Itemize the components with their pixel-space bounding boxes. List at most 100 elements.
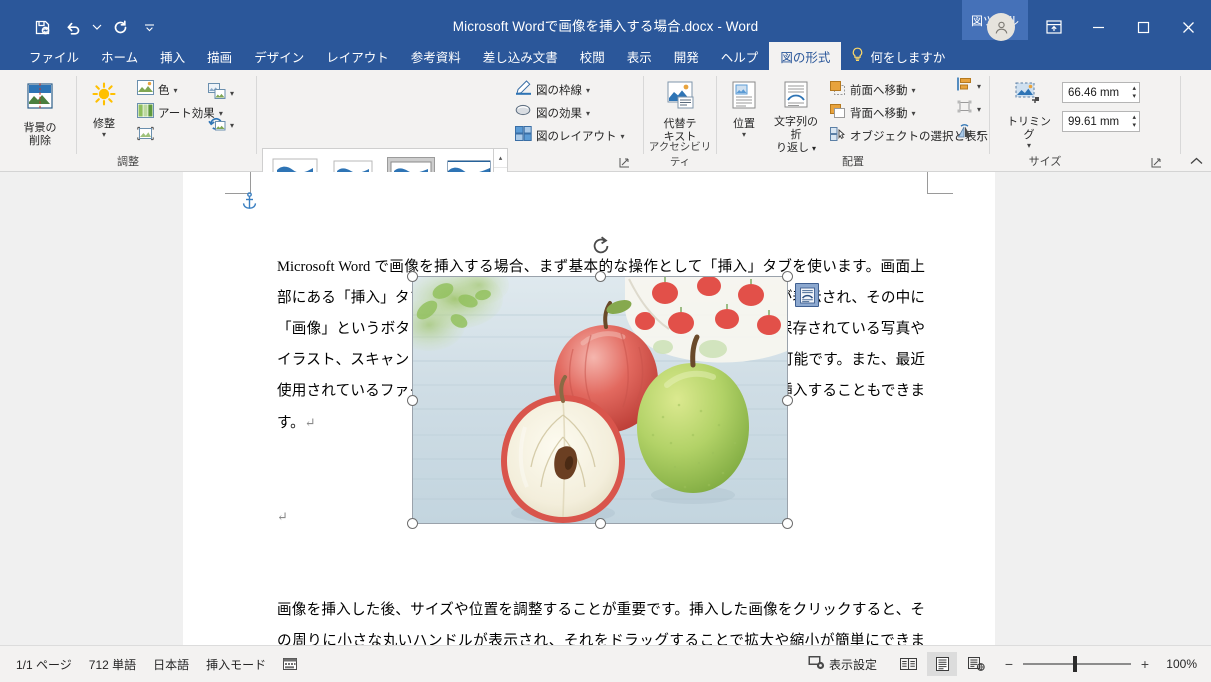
layout-options-icon[interactable] — [795, 283, 819, 307]
zoom-slider[interactable] — [1023, 656, 1131, 672]
tell-me-search[interactable]: 何をしますか — [841, 42, 955, 70]
transparency-icon — [137, 126, 154, 146]
tab-design[interactable]: デザイン — [243, 42, 315, 70]
undo-dropdown-icon[interactable] — [90, 13, 103, 41]
picture-border-icon — [515, 80, 532, 100]
group-objects-dropdown-icon[interactable]: ▾ — [977, 105, 981, 114]
redo-icon[interactable] — [106, 13, 134, 41]
zoom-slider-thumb[interactable] — [1073, 656, 1077, 672]
status-insert-mode[interactable]: 挿入モード — [206, 656, 266, 673]
view-web-layout-button[interactable] — [961, 652, 991, 676]
display-settings-button[interactable]: 表示設定 — [808, 655, 877, 673]
minimize-button[interactable] — [1076, 8, 1121, 46]
inserted-picture[interactable] — [407, 236, 819, 529]
rotate-objects-button[interactable]: ▾ — [954, 123, 984, 143]
resize-handle-top-right[interactable] — [782, 271, 793, 282]
picture-effects-button[interactable]: 図の効果 ▾ — [512, 103, 593, 123]
picture-layout-button[interactable]: 図のレイアウト ▾ — [512, 126, 628, 146]
align-objects-dropdown-icon[interactable]: ▾ — [977, 82, 981, 91]
send-backward-icon — [830, 103, 846, 123]
color-button[interactable]: 色 ▾ — [134, 80, 181, 100]
size-dialog-launcher[interactable] — [1150, 157, 1163, 170]
picture-styles-dialog-launcher[interactable] — [618, 157, 631, 170]
wrap-text-button[interactable]: 文字列の折 り返し ▾ — [768, 78, 824, 155]
shape-height-stepper[interactable]: ▴ ▾ — [1132, 85, 1136, 101]
tab-draw[interactable]: 描画 — [196, 42, 243, 70]
group-objects-button[interactable]: ▾ — [954, 99, 984, 119]
picture-content[interactable] — [413, 277, 787, 523]
color-dropdown-icon[interactable]: ▾ — [174, 86, 178, 95]
picture-border-button[interactable]: 図の枠線 ▾ — [512, 80, 593, 100]
resize-handle-bottom-right[interactable] — [782, 518, 793, 529]
lightbulb-icon — [851, 47, 864, 65]
send-backward-dropdown-icon[interactable]: ▾ — [912, 109, 916, 118]
resize-handle-bottom-left[interactable] — [407, 518, 418, 529]
picture-effects-dropdown-icon[interactable]: ▾ — [586, 109, 590, 118]
zoom-level-label[interactable]: 100% — [1159, 657, 1197, 671]
crop-button[interactable]: トリミング ▾ — [1002, 78, 1056, 150]
tab-developer[interactable]: 開発 — [663, 42, 710, 70]
tab-insert[interactable]: 挿入 — [149, 42, 196, 70]
position-icon — [730, 81, 758, 116]
position-button[interactable]: 位置 ▾ — [722, 78, 766, 139]
tab-home[interactable]: ホーム — [90, 42, 149, 70]
remove-background-button[interactable]: 背景の 削除 — [12, 78, 68, 148]
corrections-dropdown-icon[interactable]: ▾ — [102, 131, 106, 139]
corrections-button[interactable]: 修整 ▾ — [82, 78, 126, 139]
picture-layout-dropdown-icon[interactable]: ▾ — [621, 132, 625, 141]
tab-mailings[interactable]: 差し込み文書 — [472, 42, 569, 70]
bring-forward-button[interactable]: 前面へ移動 ▾ — [827, 80, 919, 100]
gallery-scroll-up-icon[interactable]: ▴ — [494, 149, 507, 168]
color-label: 色 — [158, 85, 170, 97]
shape-width-stepper[interactable]: ▴ ▾ — [1132, 114, 1136, 130]
resize-handle-top-center[interactable] — [594, 271, 606, 282]
ribbon-display-options-icon[interactable] — [1031, 8, 1076, 46]
tab-picture-format[interactable]: 図の形式 — [769, 42, 842, 70]
status-word-count[interactable]: 712 単語 — [89, 656, 136, 673]
save-icon[interactable] — [28, 13, 56, 41]
zoom-out-button[interactable]: − — [1003, 656, 1015, 672]
resize-handle-top-left[interactable] — [407, 271, 418, 282]
document-canvas[interactable]: Microsoft Word で画像を挿入する場合、まず基本的な操作として「挿入… — [0, 172, 1211, 645]
tab-view[interactable]: 表示 — [616, 42, 663, 70]
picture-border-dropdown-icon[interactable]: ▾ — [586, 86, 590, 95]
undo-icon[interactable] — [59, 13, 87, 41]
ribbon-tab-strip: ファイル ホーム 挿入 描画 デザイン レイアウト 参考資料 差し込み文書 校閲… — [0, 42, 1211, 70]
picture-effects-label: 図の効果 — [536, 108, 582, 120]
alt-text-button[interactable]: 代替テ キスト — [654, 78, 706, 144]
avatar[interactable] — [987, 13, 1015, 41]
position-dropdown-icon[interactable]: ▾ — [742, 131, 746, 139]
reset-picture-button[interactable]: ▾ — [205, 115, 237, 135]
resize-handle-middle-right[interactable] — [782, 394, 793, 406]
tab-references[interactable]: 参考資料 — [400, 42, 472, 70]
send-backward-button[interactable]: 背面へ移動 ▾ — [827, 103, 919, 123]
tab-review[interactable]: 校閲 — [569, 42, 616, 70]
maximize-button[interactable] — [1121, 8, 1166, 46]
collapse-ribbon-button[interactable] — [1190, 156, 1203, 168]
bring-forward-dropdown-icon[interactable]: ▾ — [912, 86, 916, 95]
status-language[interactable]: 日本語 — [153, 656, 189, 673]
compress-pictures-button[interactable]: ▾ — [205, 82, 237, 103]
rotate-objects-dropdown-icon[interactable]: ▾ — [977, 129, 981, 138]
view-read-mode-button[interactable] — [893, 652, 923, 676]
paragraph-2[interactable]: 画像を挿入した後、サイズや位置を調整することが重要です。挿入した画像をクリックす… — [277, 595, 925, 645]
transparency-button[interactable] — [134, 126, 157, 146]
tab-layout[interactable]: レイアウト — [315, 42, 400, 70]
shape-height-input[interactable]: 66.46 mm ▴ ▾ — [1062, 82, 1140, 103]
shape-width-input[interactable]: 99.61 mm ▴ ▾ — [1062, 111, 1140, 132]
resize-handle-middle-left[interactable] — [407, 394, 418, 406]
resize-handle-bottom-center[interactable] — [594, 518, 606, 529]
status-page-count[interactable]: 1/1 ページ — [16, 656, 72, 673]
view-print-layout-button[interactable] — [927, 652, 957, 676]
align-objects-button[interactable]: ▾ — [954, 76, 984, 96]
crop-dropdown-icon[interactable]: ▾ — [1027, 142, 1031, 150]
compress-pictures-dropdown-icon[interactable]: ▾ — [230, 89, 234, 98]
reset-picture-dropdown-icon[interactable]: ▾ — [230, 121, 234, 130]
customize-qat-icon[interactable] — [143, 13, 156, 41]
close-button[interactable] — [1166, 8, 1211, 46]
zoom-in-button[interactable]: + — [1139, 656, 1151, 672]
rotate-handle-icon[interactable] — [590, 235, 610, 255]
tab-help[interactable]: ヘルプ — [710, 42, 770, 70]
tab-file[interactable]: ファイル — [18, 42, 90, 70]
accessibility-checker-icon[interactable] — [283, 657, 298, 671]
